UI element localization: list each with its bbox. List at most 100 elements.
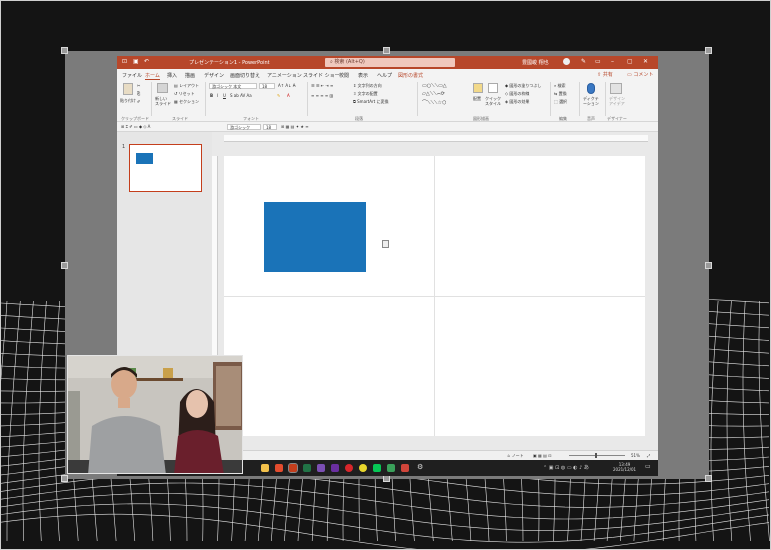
zoom-level[interactable]: 51% bbox=[631, 453, 640, 458]
align-icons[interactable]: ≡ ≡ ≡ ≡ ▥ bbox=[311, 93, 333, 98]
settings-icon[interactable]: ⚙ bbox=[417, 463, 423, 471]
resize-handle-top-right[interactable] bbox=[705, 47, 712, 54]
bold-icon[interactable]: B bbox=[210, 93, 213, 98]
avatar[interactable] bbox=[563, 58, 570, 65]
dictate-label[interactable]: ディクテーション bbox=[583, 96, 601, 106]
find-button[interactable]: ⌕ 検索 bbox=[554, 83, 566, 89]
qat-more-tools[interactable]: ⊞ ▦ ▤ ✦ ★ ≡ bbox=[281, 124, 309, 129]
tab-slideshow[interactable]: スライド ショー bbox=[303, 72, 340, 79]
resize-handle-left[interactable] bbox=[61, 262, 68, 269]
tab-animations[interactable]: アニメーション bbox=[267, 72, 302, 79]
shapes-gallery-row2[interactable]: ▱△⟍⟍⌒⟳ bbox=[422, 91, 445, 97]
pen-icon[interactable]: ✎ bbox=[581, 58, 586, 65]
chrome-icon[interactable] bbox=[275, 464, 283, 472]
new-slide-label[interactable]: 新しい スライド bbox=[155, 96, 171, 106]
tab-draw[interactable]: 描画 bbox=[185, 72, 195, 79]
smartart-button[interactable]: ⧉ SmartArt に変換 bbox=[353, 99, 388, 105]
powerpoint-taskbar-icon[interactable] bbox=[288, 463, 298, 473]
tab-shape-format[interactable]: 図形の書式 bbox=[398, 72, 423, 79]
comment-button[interactable]: ▭ コメント bbox=[627, 71, 653, 78]
arrange-icon[interactable] bbox=[473, 83, 483, 93]
resize-handle-right[interactable] bbox=[705, 262, 712, 269]
strikethrough-icon[interactable]: S ab AV Aa bbox=[230, 93, 252, 98]
zoom-slider-thumb[interactable] bbox=[595, 453, 597, 458]
zoom-slider[interactable] bbox=[569, 455, 625, 456]
shapes-gallery-row3[interactable]: ⌒⟍⟍⟍☆⬡ bbox=[422, 99, 446, 106]
shapes-gallery[interactable]: ▭○⟍⟍▭△ bbox=[422, 83, 447, 89]
microphone-icon[interactable] bbox=[587, 83, 595, 94]
qat-font-name[interactable]: 游ゴシック bbox=[227, 124, 261, 130]
notification-icon[interactable]: ▭ bbox=[645, 463, 651, 470]
shape-outline-button[interactable]: ◇ 図形の枠線 bbox=[505, 91, 529, 97]
slide-canvas[interactable] bbox=[224, 156, 645, 436]
slide-thumbnail[interactable] bbox=[129, 144, 202, 192]
designer-label[interactable]: デザイン アイデア bbox=[609, 96, 627, 106]
paste-options-icon[interactable] bbox=[382, 240, 389, 248]
resize-handle-bottom[interactable] bbox=[383, 475, 390, 482]
section-button[interactable]: ▦ セクション bbox=[174, 99, 199, 105]
designer-icon[interactable] bbox=[610, 83, 622, 94]
select-button[interactable]: ⬚ 選択 bbox=[554, 99, 567, 105]
tab-insert[interactable]: 挿入 bbox=[167, 72, 177, 79]
user-name[interactable]: 豊國峻 翔也 bbox=[522, 59, 549, 66]
blue-rectangle-shape[interactable] bbox=[264, 202, 366, 272]
font-color-icon[interactable]: A bbox=[287, 93, 290, 98]
layout-button[interactable]: ▤ レイアウト bbox=[174, 83, 199, 89]
italic-icon[interactable]: I bbox=[217, 93, 218, 98]
highlight-icon[interactable]: ✎ bbox=[277, 93, 280, 98]
paste-icon[interactable] bbox=[123, 83, 133, 95]
font-grow-icon[interactable]: A↑ A↓ A̶ bbox=[278, 83, 295, 88]
resize-handle-bottom-right[interactable] bbox=[705, 475, 712, 482]
resize-handle-bottom-left[interactable] bbox=[61, 475, 68, 482]
underline-icon[interactable]: U bbox=[223, 93, 226, 98]
replace-button[interactable]: ⇆ 置換 bbox=[554, 91, 567, 97]
close-icon[interactable]: ✕ bbox=[643, 58, 648, 65]
font-size-dropdown[interactable]: 18 bbox=[259, 83, 275, 89]
cut-icon[interactable]: ✂ bbox=[137, 83, 140, 88]
tab-view[interactable]: 表示 bbox=[358, 72, 368, 79]
file-explorer-icon[interactable] bbox=[261, 464, 269, 472]
minimize-icon[interactable]: – bbox=[611, 58, 614, 65]
autosave-icon[interactable]: ⊡ bbox=[122, 58, 127, 65]
tab-design[interactable]: デザイン bbox=[204, 72, 224, 79]
share-button[interactable]: ⇪ 共有 bbox=[597, 71, 613, 78]
format-painter-icon[interactable]: ✐ bbox=[137, 99, 140, 104]
undo-icon[interactable]: ↶ bbox=[144, 58, 149, 65]
maximize-icon[interactable]: ▢ bbox=[627, 58, 633, 65]
reset-button[interactable]: ↺ リセット bbox=[174, 91, 195, 97]
search-box[interactable]: ⌕ 検索 (Alt+Q) bbox=[325, 58, 455, 67]
line-icon[interactable] bbox=[373, 464, 381, 472]
app-icon-red[interactable] bbox=[345, 464, 353, 472]
tab-transitions[interactable]: 画面切り替え bbox=[230, 72, 260, 79]
tab-review[interactable]: 校閲 bbox=[339, 72, 349, 79]
quick-styles-label[interactable]: クイック スタイル bbox=[485, 96, 503, 106]
qat-font-size[interactable]: 18 bbox=[263, 124, 277, 130]
app-icon-yellow[interactable] bbox=[359, 464, 367, 472]
bullets-icon[interactable]: ☰ ☰ ⇤ ⇥ ≡ bbox=[311, 83, 333, 88]
qat-tools[interactable]: ⊞ ⌶ ✐ ▭ ◆ ◇ A bbox=[121, 124, 150, 129]
app-icon-violet[interactable] bbox=[331, 464, 339, 472]
copy-icon[interactable]: ⎘ bbox=[137, 91, 140, 96]
tab-help[interactable]: ヘルプ bbox=[377, 72, 392, 79]
taskbar-clock[interactable]: 13:49 2021/12/01 bbox=[613, 462, 636, 472]
new-slide-icon[interactable] bbox=[157, 83, 168, 93]
align-text-button[interactable]: ⇳ 文字の配置 bbox=[353, 91, 378, 97]
font-name-dropdown[interactable]: 游ゴシック 本文 bbox=[209, 83, 257, 89]
system-tray-icons[interactable]: ⌃ ▣ ⊡ ◍ ▭ ◐ ♪ あ bbox=[543, 464, 589, 471]
paste-label[interactable]: 貼り付け bbox=[120, 98, 136, 104]
view-buttons[interactable]: ▣ ▦ ▤ ⊡ bbox=[533, 453, 552, 458]
resize-handle-top-left[interactable] bbox=[61, 47, 68, 54]
text-direction-button[interactable]: ⇕ 文字列の方向 bbox=[353, 83, 382, 89]
tab-home[interactable]: ホーム bbox=[145, 72, 160, 80]
shape-effects-button[interactable]: ◈ 図形の効果 bbox=[505, 99, 529, 105]
arrange-label[interactable]: 配置 bbox=[473, 96, 481, 102]
save-icon[interactable]: ▣ bbox=[133, 58, 139, 65]
notes-button[interactable]: ≐ ノート bbox=[507, 453, 524, 459]
ribbon-display-icon[interactable]: ▭ bbox=[595, 58, 601, 65]
quick-styles-icon[interactable] bbox=[488, 83, 498, 93]
resize-handle-top[interactable] bbox=[383, 47, 390, 54]
tab-file[interactable]: ファイル bbox=[122, 72, 142, 79]
excel-icon[interactable] bbox=[303, 464, 311, 472]
app-icon-green[interactable] bbox=[387, 464, 395, 472]
app-icon-purple[interactable] bbox=[317, 464, 325, 472]
